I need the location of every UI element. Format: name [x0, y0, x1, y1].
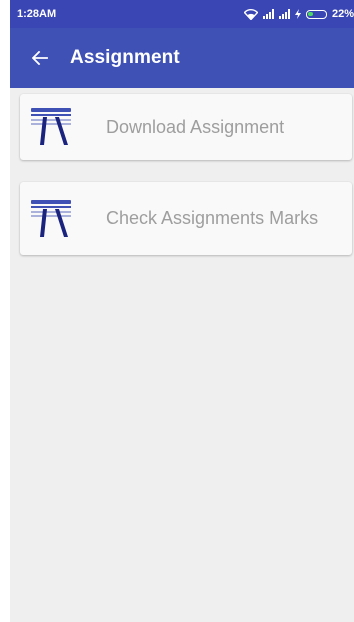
check-assignments-marks-label: Check Assignments Marks — [106, 208, 319, 228]
signal-icon — [262, 9, 274, 19]
signal-icon-2 — [278, 9, 290, 19]
arrow-left-icon — [32, 51, 48, 65]
status-time: 1:28AM — [17, 8, 57, 20]
status-bar: 1:28AM 22% — [10, 0, 354, 28]
wifi-icon — [243, 8, 258, 20]
app-bar: Assignment — [10, 28, 354, 88]
screen: 1:28AM 22% Assignment Download Assignmen… — [10, 0, 354, 622]
check-assignments-marks-card[interactable]: Check Assignments Marks — [20, 182, 352, 255]
download-assignment-label: Download Assignment — [106, 116, 285, 137]
battery-icon — [305, 9, 327, 19]
download-assignment-card[interactable]: Download Assignment — [20, 94, 352, 160]
page-title: Assignment — [70, 47, 180, 68]
charging-icon — [294, 9, 301, 19]
back-button[interactable] — [16, 34, 64, 82]
battery-percent: 22% — [331, 8, 354, 20]
status-icons: 22% — [243, 8, 354, 20]
assignment-board-icon — [31, 199, 71, 237]
assignment-board-icon — [31, 108, 71, 145]
